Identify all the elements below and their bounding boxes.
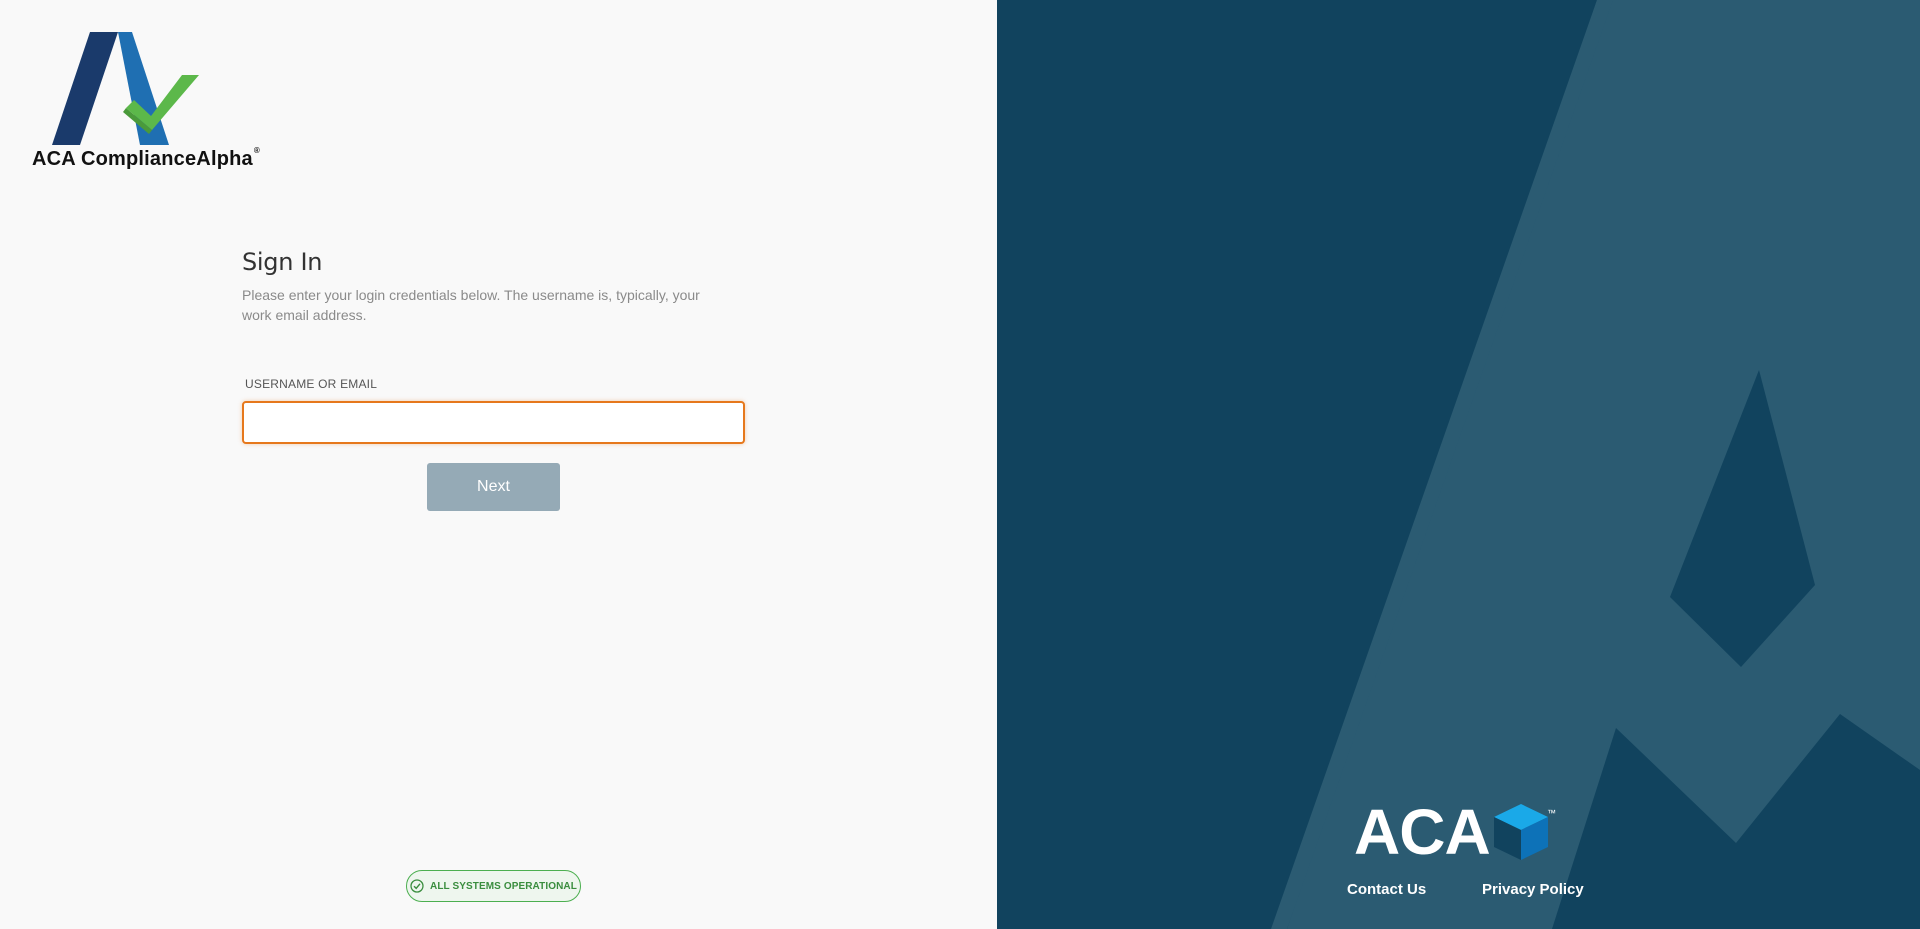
signin-form: Sign In Please enter your login credenti… (242, 248, 747, 511)
username-label: USERNAME OR EMAIL (245, 377, 378, 391)
status-text: ALL SYSTEMS OPERATIONAL (430, 880, 577, 892)
product-name: ACA ComplianceAlpha® (32, 146, 260, 170)
login-page: ACA ComplianceAlpha® Sign In Please ente… (0, 0, 1920, 929)
check-circle-icon (410, 879, 424, 893)
trademark: ™ (1547, 808, 1556, 818)
status-badge[interactable]: ALL SYSTEMS OPERATIONAL (406, 870, 581, 902)
footer-links: Contact Us Privacy Policy (997, 881, 1920, 901)
privacy-policy-link[interactable]: Privacy Policy (1482, 881, 1584, 898)
aca-wordmark: ACA (1354, 796, 1491, 868)
aca-logo: ACA ™ (1354, 800, 1564, 870)
alpha-logo-icon (52, 32, 199, 145)
next-button[interactable]: Next (427, 463, 560, 511)
username-input[interactable] (242, 401, 745, 444)
brand-panel: ACA ™ Contact Us Privacy Policy (997, 0, 1920, 929)
login-panel: ACA ComplianceAlpha® Sign In Please ente… (0, 0, 997, 929)
background-a-shape (1271, 0, 1920, 929)
cube-icon (1494, 804, 1548, 860)
contact-us-link[interactable]: Contact Us (1347, 881, 1426, 898)
compliancealpha-logo: ACA ComplianceAlpha® (32, 30, 272, 175)
signin-instructions: Please enter your login credentials belo… (242, 287, 700, 323)
page-title: Sign In (242, 248, 323, 276)
